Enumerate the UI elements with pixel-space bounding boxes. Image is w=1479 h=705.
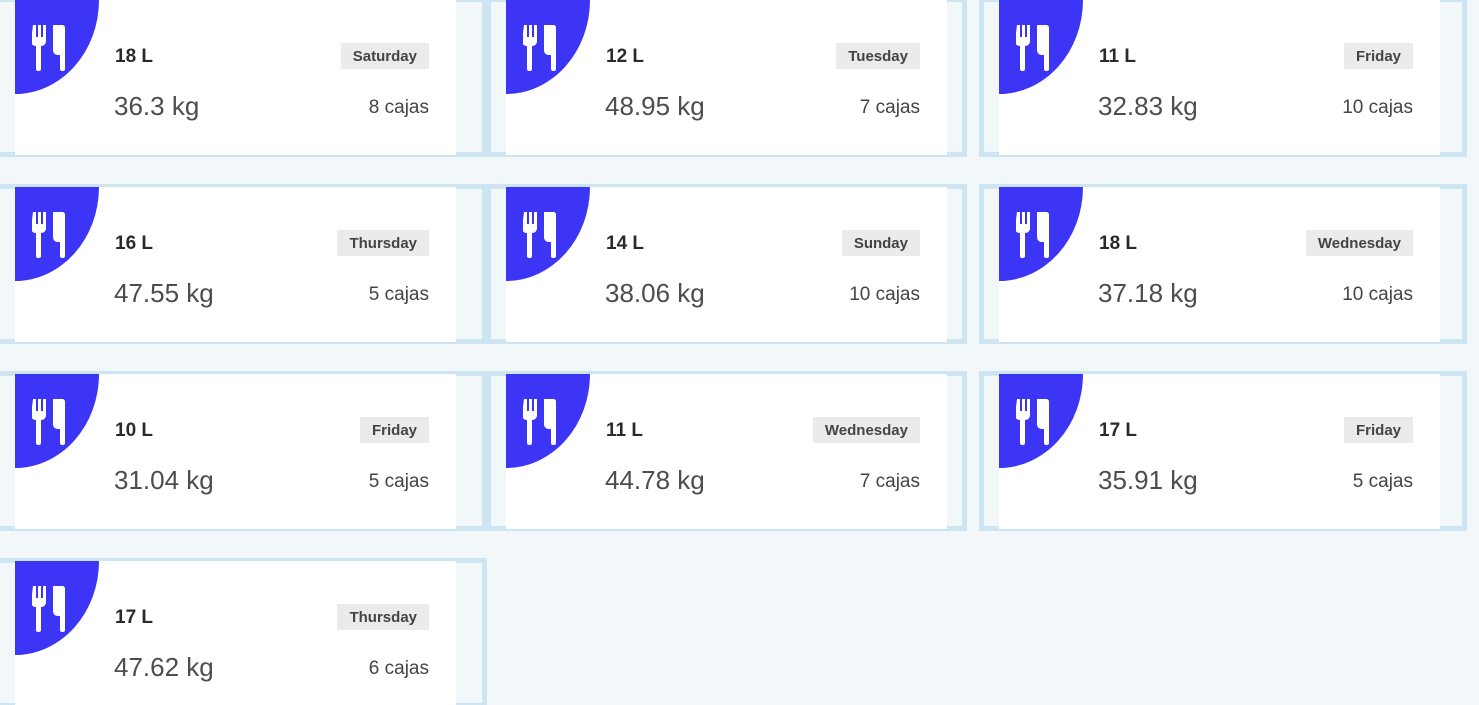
card-body: 10 L 31.04 kg Friday 5 cajas xyxy=(15,374,456,529)
utensils-icon xyxy=(32,25,65,71)
card-liters: 12 L xyxy=(606,46,645,67)
card-boxes: 7 cajas xyxy=(859,97,920,118)
order-card[interactable]: 17 L 35.91 kg Friday 5 cajas xyxy=(979,371,1467,531)
card-weight: 47.55 kg xyxy=(114,278,214,308)
card-weight: 36.3 kg xyxy=(114,91,200,121)
card-liters: 14 L xyxy=(606,233,645,254)
cards-grid: 18 L 36.3 kg Saturday 8 cajas 12 L 48.95… xyxy=(0,0,1479,705)
day-badge: Friday xyxy=(1343,43,1413,69)
card-weight: 48.95 kg xyxy=(605,91,705,121)
icon-badge xyxy=(999,374,1083,468)
order-card[interactable]: 10 L 31.04 kg Friday 5 cajas xyxy=(0,371,487,531)
card-liters: 17 L xyxy=(115,607,154,628)
card-liters: 16 L xyxy=(115,233,154,254)
card-body: 11 L 32.83 kg Friday 10 cajas xyxy=(999,0,1440,155)
day-badge: Sunday xyxy=(841,230,920,256)
utensils-icon xyxy=(1016,212,1049,258)
card-boxes: 5 cajas xyxy=(368,471,429,492)
card-liters: 18 L xyxy=(115,46,154,67)
card-weight: 37.18 kg xyxy=(1098,278,1198,308)
order-card[interactable]: 14 L 38.06 kg Sunday 10 cajas xyxy=(486,184,967,344)
utensils-icon xyxy=(523,212,556,258)
card-weight: 47.62 kg xyxy=(114,652,214,682)
order-card[interactable]: 11 L 32.83 kg Friday 10 cajas xyxy=(979,0,1467,157)
order-card[interactable]: 11 L 44.78 kg Wednesday 7 cajas xyxy=(486,371,967,531)
card-body: 17 L 35.91 kg Friday 5 cajas xyxy=(999,374,1440,529)
card-liters: 11 L xyxy=(1099,46,1136,67)
card-boxes: 5 cajas xyxy=(1352,471,1413,492)
day-badge: Saturday xyxy=(340,43,429,69)
icon-badge xyxy=(506,374,590,468)
card-boxes: 10 cajas xyxy=(849,284,920,305)
day-badge: Thursday xyxy=(337,604,429,630)
icon-badge xyxy=(15,0,99,94)
utensils-icon xyxy=(523,25,556,71)
icon-badge xyxy=(999,187,1083,281)
icon-badge xyxy=(15,374,99,468)
order-card[interactable]: 18 L 36.3 kg Saturday 8 cajas xyxy=(0,0,487,157)
utensils-icon xyxy=(32,212,65,258)
card-weight: 32.83 kg xyxy=(1098,91,1198,121)
card-boxes: 6 cajas xyxy=(368,658,429,679)
card-boxes: 7 cajas xyxy=(859,471,920,492)
card-boxes: 10 cajas xyxy=(1342,284,1413,305)
card-body: 14 L 38.06 kg Sunday 10 cajas xyxy=(506,187,947,342)
card-liters: 18 L xyxy=(1099,233,1138,254)
utensils-icon xyxy=(1016,25,1049,71)
card-body: 18 L 36.3 kg Saturday 8 cajas xyxy=(15,0,456,155)
icon-badge xyxy=(506,0,590,94)
day-badge: Wednesday xyxy=(1305,230,1413,256)
order-card[interactable]: 16 L 47.55 kg Thursday 5 cajas xyxy=(0,184,487,344)
day-badge: Tuesday xyxy=(836,43,920,69)
order-card[interactable]: 17 L 47.62 kg Thursday 6 cajas xyxy=(0,558,487,705)
card-body: 16 L 47.55 kg Thursday 5 cajas xyxy=(15,187,456,342)
card-boxes: 5 cajas xyxy=(368,284,429,305)
card-body: 18 L 37.18 kg Wednesday 10 cajas xyxy=(999,187,1440,342)
card-weight: 38.06 kg xyxy=(605,278,705,308)
card-body: 17 L 47.62 kg Thursday 6 cajas xyxy=(15,561,456,705)
card-body: 11 L 44.78 kg Wednesday 7 cajas xyxy=(506,374,947,529)
card-liters: 10 L xyxy=(115,420,154,441)
icon-badge xyxy=(15,187,99,281)
card-liters: 11 L xyxy=(606,420,643,441)
order-card[interactable]: 12 L 48.95 kg Tuesday 7 cajas xyxy=(486,0,967,157)
card-boxes: 8 cajas xyxy=(368,97,429,118)
card-liters: 17 L xyxy=(1099,420,1138,441)
card-weight: 31.04 kg xyxy=(114,465,214,495)
card-boxes: 10 cajas xyxy=(1342,97,1413,118)
utensils-icon xyxy=(32,399,65,445)
day-badge: Wednesday xyxy=(812,417,920,443)
icon-badge xyxy=(15,561,99,655)
card-weight: 35.91 kg xyxy=(1098,465,1198,495)
icon-badge xyxy=(999,0,1083,94)
utensils-icon xyxy=(1016,399,1049,445)
card-weight: 44.78 kg xyxy=(605,465,705,495)
order-card[interactable]: 18 L 37.18 kg Wednesday 10 cajas xyxy=(979,184,1467,344)
day-badge: Thursday xyxy=(337,230,429,256)
card-body: 12 L 48.95 kg Tuesday 7 cajas xyxy=(506,0,947,155)
day-badge: Friday xyxy=(359,417,429,443)
utensils-icon xyxy=(523,399,556,445)
icon-badge xyxy=(506,187,590,281)
day-badge: Friday xyxy=(1343,417,1413,443)
utensils-icon xyxy=(32,586,65,632)
